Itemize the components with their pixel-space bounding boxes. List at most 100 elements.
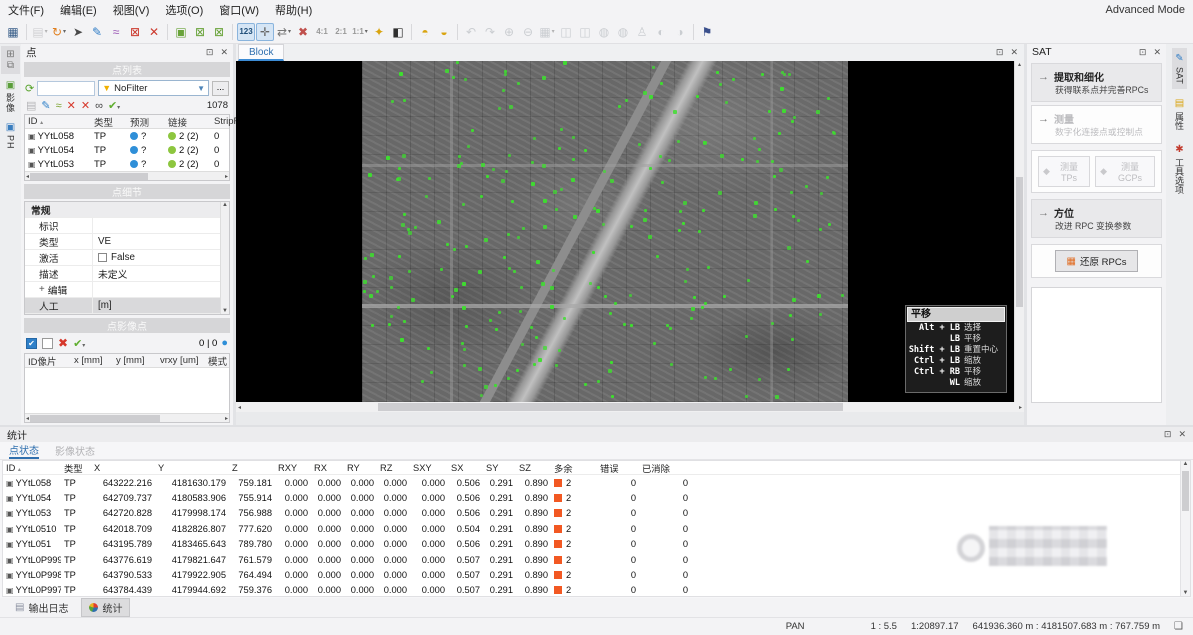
tie-point[interactable] <box>552 269 555 272</box>
lock-icon[interactable]: ◒ <box>435 23 453 41</box>
tie-point[interactable] <box>492 168 495 171</box>
tie-point[interactable] <box>649 167 652 170</box>
tie-point[interactable] <box>558 147 561 150</box>
ip-column-2[interactable]: y [mm] <box>113 355 157 366</box>
column-header-0[interactable]: ID ▴ <box>25 116 91 127</box>
tie-point[interactable] <box>669 327 672 330</box>
tie-point[interactable] <box>371 324 374 327</box>
detail-row-0[interactable]: 常规 <box>25 202 229 218</box>
detail-row-6[interactable]: 人工[m] <box>25 298 229 314</box>
ip-column-1[interactable]: x [mm] <box>71 355 113 366</box>
tie-point[interactable] <box>773 175 776 178</box>
grid-mode-icon[interactable]: ▦▾ <box>538 23 556 41</box>
redo-view-icon[interactable]: ↷ <box>481 23 499 41</box>
tie-point[interactable] <box>372 275 375 278</box>
tie-point[interactable] <box>376 290 379 293</box>
rtab-properties[interactable]: ▤属性 <box>1171 93 1188 135</box>
tie-point[interactable] <box>761 73 764 76</box>
tie-point[interactable] <box>778 132 781 135</box>
tie-point[interactable] <box>604 295 607 298</box>
stats-column-13[interactable]: 多余 <box>551 461 597 475</box>
save-icon[interactable]: ▦ <box>4 23 22 41</box>
stats-column-3[interactable]: Y <box>155 463 229 473</box>
prev-pair-icon[interactable]: ⊕ <box>500 23 518 41</box>
stats-row[interactable]: ▣YYtL058TP643222.2164181630.179759.1810.… <box>3 475 1190 490</box>
tie-point[interactable] <box>753 214 757 218</box>
tie-point[interactable] <box>718 191 722 195</box>
check-filter-icon[interactable]: ✔▾ <box>108 99 120 112</box>
tie-point[interactable] <box>670 363 673 366</box>
tie-point[interactable] <box>478 270 482 274</box>
tie-point[interactable] <box>789 314 792 317</box>
tie-point[interactable] <box>501 179 505 183</box>
image-add-icon[interactable]: ▣ <box>172 23 190 41</box>
stats-column-11[interactable]: SY <box>483 463 516 473</box>
redo-icon[interactable]: ↻▾ <box>50 23 68 41</box>
tie-point[interactable] <box>543 346 547 350</box>
tie-point[interactable] <box>462 306 466 310</box>
tie-point[interactable] <box>659 155 662 158</box>
column-header-1[interactable]: 类型 <box>91 115 127 129</box>
tie-point[interactable] <box>520 286 523 289</box>
tie-point[interactable] <box>489 319 492 322</box>
stats-column-9[interactable]: SXY <box>410 463 448 473</box>
stats-row[interactable]: ▣YYtL054TP642709.7374180583.906755.9140.… <box>3 490 1190 505</box>
tie-point[interactable] <box>686 268 689 271</box>
tie-point[interactable] <box>771 322 774 325</box>
tie-point[interactable] <box>792 298 796 302</box>
tie-point[interactable] <box>596 209 600 213</box>
tie-point[interactable] <box>572 136 575 139</box>
tie-point[interactable] <box>597 380 600 383</box>
tie-point[interactable] <box>363 280 367 284</box>
tie-point[interactable] <box>427 347 430 350</box>
tie-point[interactable] <box>572 158 575 161</box>
float-panel-icon[interactable]: ⊡ <box>206 47 214 58</box>
tie-point[interactable] <box>719 83 722 86</box>
digitize-pen-icon[interactable]: ✎ <box>88 23 106 41</box>
menu-item-4[interactable]: 窗口(W) <box>219 2 259 18</box>
tie-point[interactable] <box>571 178 575 182</box>
tie-point[interactable] <box>702 209 705 212</box>
tie-point[interactable] <box>471 129 474 132</box>
menu-item-3[interactable]: 选项(O) <box>165 2 203 18</box>
polyline-icon[interactable]: ≈ <box>107 23 125 41</box>
tie-point[interactable] <box>456 61 459 64</box>
zoom-1-1-icon[interactable]: 1:1▾ <box>351 23 369 41</box>
tab-points[interactable]: ⊞⧉ <box>1 46 20 74</box>
flag-icon[interactable]: ⚑ <box>698 23 716 41</box>
detail-row-1[interactable]: 标识 <box>25 218 229 234</box>
menu-item-1[interactable]: 编辑(E) <box>60 2 97 18</box>
tie-point[interactable] <box>677 140 680 143</box>
tie-point[interactable] <box>783 73 786 76</box>
anchor-b-icon[interactable]: ◍ <box>614 23 632 41</box>
tie-point[interactable] <box>793 116 796 119</box>
tie-point[interactable] <box>411 298 415 302</box>
tie-point[interactable] <box>649 95 653 99</box>
close-panel-icon[interactable]: ✕ <box>220 47 228 58</box>
anchor-a-icon[interactable]: ◍ <box>595 23 613 41</box>
tie-point[interactable] <box>502 89 505 92</box>
fit-extent-icon[interactable]: ✖ <box>294 23 312 41</box>
tie-point[interactable] <box>386 156 390 160</box>
tab-ph[interactable]: ▣PH <box>1 119 20 153</box>
tie-point[interactable] <box>508 154 511 157</box>
tie-point[interactable] <box>753 137 756 140</box>
tie-point[interactable] <box>584 149 587 152</box>
tie-point[interactable] <box>463 364 466 367</box>
tie-point[interactable] <box>747 279 750 282</box>
tie-point[interactable] <box>771 160 774 163</box>
tie-point[interactable] <box>445 69 449 73</box>
panel-b-icon[interactable]: ◫ <box>576 23 594 41</box>
tie-point[interactable] <box>656 255 659 258</box>
tie-point[interactable] <box>698 230 701 233</box>
stamp-icon[interactable]: ▤▾ <box>31 23 49 41</box>
tie-point[interactable] <box>609 312 612 315</box>
column-header-2[interactable]: 预测 <box>127 115 165 129</box>
tie-point[interactable] <box>428 177 431 180</box>
table-row[interactable]: ▣YYtL058TP?2 (2)0 <box>25 129 229 143</box>
tie-point[interactable] <box>403 213 406 216</box>
tie-point[interactable] <box>611 395 614 398</box>
stats-row[interactable]: ▣YYtL0P997TP643784.4394179944.692759.376… <box>3 583 1190 597</box>
tie-point[interactable] <box>729 368 732 371</box>
tie-point[interactable] <box>629 294 632 297</box>
